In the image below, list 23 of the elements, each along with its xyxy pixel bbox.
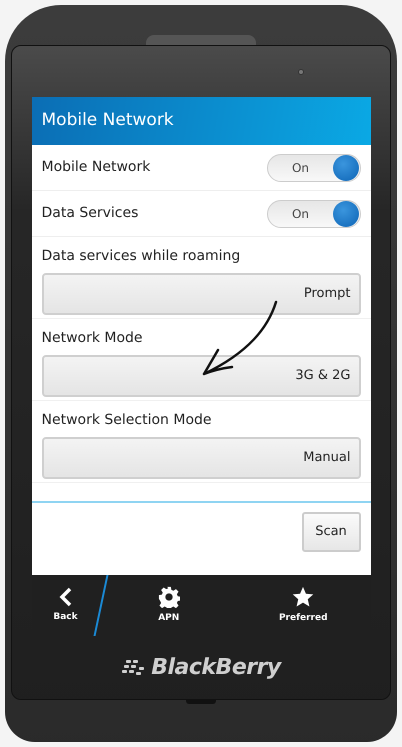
action-bar-item[interactable]: Preferred [236,575,370,636]
toggle-label: Mobile Network [42,158,150,177]
dropdown-field[interactable]: 3G & 2G [42,355,360,397]
toggle-switch[interactable]: On [266,154,360,182]
toggle-knob [332,200,358,226]
action-bar-item[interactable]: APN [102,575,236,636]
settings-icon [158,586,180,608]
screen-title: Mobile Network [42,109,174,132]
back-chevron-icon [58,586,72,607]
dropdown-label: Data services while roaming [42,247,242,266]
dropdown-label: Network Mode [42,329,144,348]
toggle-switch[interactable]: On [266,200,360,228]
action-bar-item[interactable]: Back [32,575,100,636]
brand-logo-icon [121,660,146,676]
scan-button[interactable]: Scan [302,512,360,552]
star-icon [292,586,314,608]
dropdown-field[interactable]: Manual [42,437,360,479]
dropdown-label: Network Selection Mode [42,411,213,430]
toggle-label: Data Services [42,204,138,223]
camera-lens [298,68,304,74]
dropdown-field[interactable]: Prompt [42,273,360,315]
toggle-knob [332,154,358,180]
brand-wordmark: BlackBerry [151,654,281,682]
